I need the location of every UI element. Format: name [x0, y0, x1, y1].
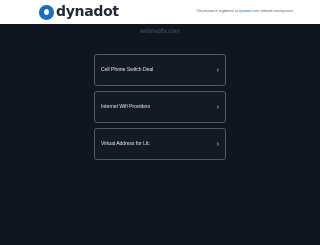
related-links-list: Cell Phone Switch Deal › Internet Wifi P… — [94, 54, 226, 165]
link-label: Internet Wifi Providers — [101, 104, 151, 110]
link-internet-wifi-providers[interactable]: Internet Wifi Providers › — [94, 91, 226, 123]
registration-notice: This domain is registered at Dynadot.com… — [196, 9, 316, 14]
link-virtual-address-for-llc[interactable]: Virtual Address for Llc › — [94, 128, 226, 160]
notice-suffix: . Website coming soon. — [258, 9, 294, 13]
header-bar: dynadot This domain is registered at Dyn… — [0, 0, 320, 24]
link-cell-phone-switch-deal[interactable]: Cell Phone Switch Deal › — [94, 54, 226, 86]
dynadot-logo-icon — [39, 4, 54, 20]
chevron-right-icon: › — [216, 66, 219, 74]
domain-name: webnsoftx.com — [139, 29, 181, 35]
chevron-right-icon: › — [216, 140, 219, 148]
brand-text: dynadot — [56, 4, 119, 20]
link-label: Virtual Address for Llc — [101, 141, 150, 147]
dynadot-logo[interactable]: dynadot — [39, 3, 119, 21]
chevron-right-icon: › — [216, 103, 219, 111]
link-label: Cell Phone Switch Deal — [101, 67, 154, 73]
notice-prefix: This domain is registered at — [196, 9, 238, 13]
dynadot-link[interactable]: Dynadot.com — [239, 9, 259, 13]
